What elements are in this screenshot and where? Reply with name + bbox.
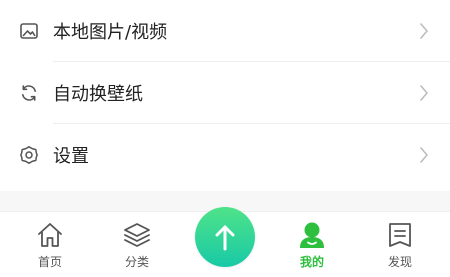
menu-list: 本地图片/视频 自动换壁纸 设置 [0,0,450,186]
upload-button[interactable] [195,207,255,267]
bookmark-icon [385,220,415,250]
chevron-right-icon [418,146,430,164]
user-icon [297,220,327,250]
refresh-icon [18,82,40,104]
menu-item-label: 自动换壁纸 [53,84,143,105]
layers-icon [122,220,152,250]
home-icon [35,220,65,250]
tab-label: 首页 [37,255,62,269]
tab-discover[interactable]: 发现 [355,212,445,277]
menu-item-local-media[interactable]: 本地图片/视频 [0,0,450,62]
tab-category[interactable]: 分类 [92,212,182,277]
chevron-right-icon [418,22,430,40]
upload-arrow-icon [215,225,235,251]
gear-icon [18,144,40,166]
menu-item-auto-wallpaper[interactable]: 自动换壁纸 [0,62,450,124]
menu-item-settings[interactable]: 设置 [0,124,450,186]
menu-item-label: 设置 [53,146,89,167]
tab-mine[interactable]: 我的 [267,212,357,277]
tab-label: 我的 [299,255,324,269]
tab-label: 发现 [387,255,412,269]
image-icon [18,20,40,42]
menu-item-label: 本地图片/视频 [53,22,168,43]
tab-home[interactable]: 首页 [5,212,95,277]
chevron-right-icon [418,84,430,102]
tab-label: 分类 [124,255,149,269]
